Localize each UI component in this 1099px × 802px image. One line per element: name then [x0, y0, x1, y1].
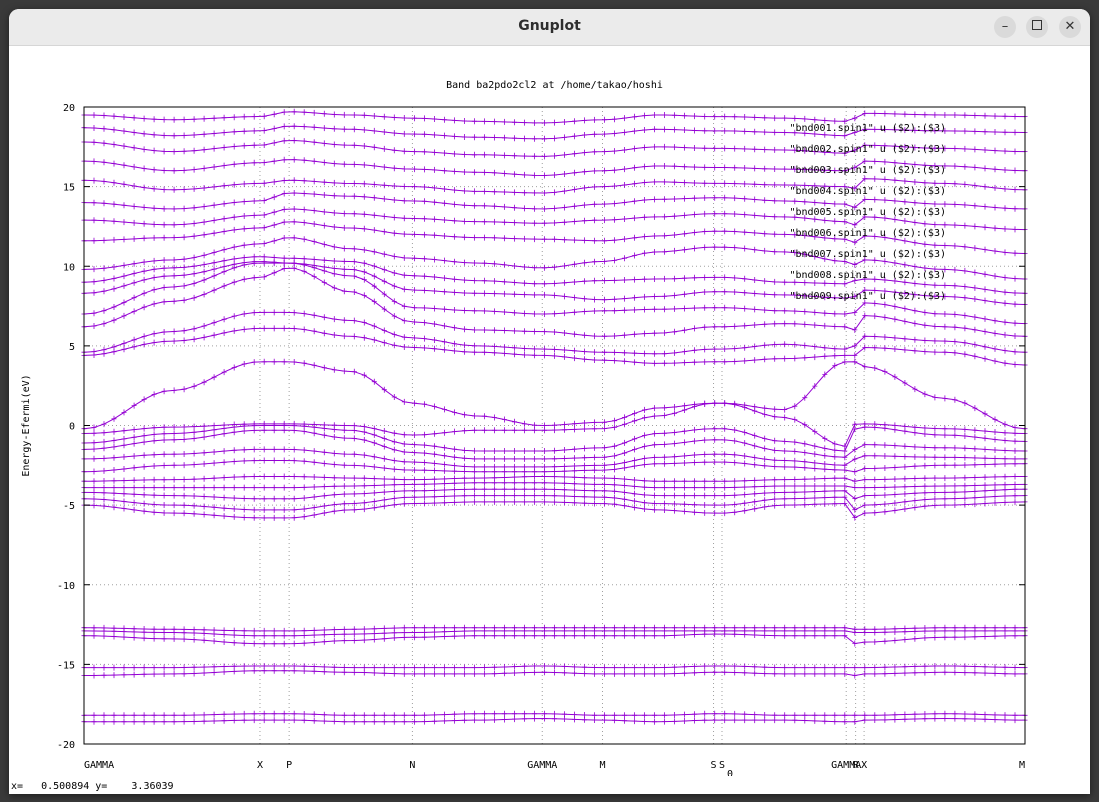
- y-tick-label: 0: [69, 422, 75, 433]
- band-point-markers: [81, 667, 1028, 679]
- kpoint-label: S: [719, 760, 725, 771]
- window-title: Gnuplot: [518, 18, 581, 34]
- legend-label: "bnd003.spin1" u ($2):($3): [789, 165, 946, 176]
- legend-item: "bnd002.spin1" u ($2):($3): [789, 144, 946, 155]
- band-series: [81, 667, 1028, 679]
- legend-item: "bnd005.spin1" u ($2):($3): [789, 207, 946, 218]
- legend-item: "bnd007.spin1" u ($2):($3): [789, 249, 946, 260]
- axes: 20151050-5-10-15-20GAMMA X P N GAMMA M S S GAMMA…: [57, 103, 1026, 780]
- legend-label: "bnd008.spin1" u ($2):($3): [789, 270, 946, 281]
- y-tick-label: -10: [57, 581, 75, 592]
- legend-label: "bnd002.spin1" u ($2):($3): [789, 144, 946, 155]
- legend: "bnd001.spin1" u ($2):($3) "bnd002.spin1"…: [789, 123, 946, 302]
- kpoint-label: X: [257, 760, 263, 771]
- close-icon: ✕: [1064, 19, 1076, 34]
- kpoint-label: M: [599, 760, 605, 771]
- band-structure-chart[interactable]: 20151050-5-10-15-20GAMMA X P N GAMMA M S S GAMMA…: [9, 46, 1090, 780]
- kpoint-label: S: [711, 760, 717, 771]
- chart-title: Band ba2pdo2cl2 at /home/takao/hoshi: [446, 80, 663, 91]
- kpoint-label: N: [409, 760, 415, 771]
- legend-label: "bnd009.spin1" u ($2):($3): [789, 291, 946, 302]
- legend-item: "bnd008.spin1" u ($2):($3): [789, 270, 946, 281]
- y-tick-label: -15: [57, 660, 75, 671]
- legend-item: "bnd004.spin1" u ($2):($3): [789, 186, 946, 197]
- band-line: [83, 429, 1026, 460]
- y-tick-label: 15: [63, 183, 75, 194]
- band-lines: [81, 108, 1028, 725]
- y-tick-label: 20: [63, 103, 75, 114]
- close-button[interactable]: ✕: [1059, 16, 1081, 38]
- legend-label: "bnd005.spin1" u ($2):($3): [789, 207, 946, 218]
- kpoint-label: X: [861, 760, 867, 771]
- y-tick-label: 5: [69, 342, 75, 353]
- legend-item: "bnd006.spin1" u ($2):($3): [789, 228, 946, 239]
- y-tick-label: -5: [63, 501, 75, 512]
- kpoint-subscript: 0: [727, 769, 733, 776]
- band-series: [81, 358, 1028, 432]
- kpoint-label: GAMMA: [527, 760, 557, 771]
- legend-label: "bnd007.spin1" u ($2):($3): [789, 249, 946, 260]
- maximize-icon: [1032, 20, 1042, 30]
- band-series: [81, 663, 1028, 671]
- legend-item: "bnd009.spin1" u ($2):($3): [789, 291, 946, 302]
- legend-label: "bnd004.spin1" u ($2):($3): [789, 186, 946, 197]
- band-series: [81, 498, 1028, 521]
- y-tick-label: 10: [63, 262, 75, 273]
- legend-item: "bnd001.spin1" u ($2):($3): [789, 123, 946, 134]
- status-bar-coordinates: x= 0.500894 y= 3.36039: [11, 781, 174, 792]
- maximize-button[interactable]: [1026, 16, 1048, 38]
- y-tick-label: -20: [57, 740, 75, 751]
- legend-item: "bnd003.spin1" u ($2):($3): [789, 165, 946, 176]
- minimize-button[interactable]: –: [994, 16, 1016, 38]
- band-point-markers: [81, 498, 1028, 521]
- kpoint-label: GAMMA: [84, 760, 114, 771]
- minimize-icon: –: [1001, 19, 1009, 34]
- title-bar[interactable]: Gnuplot – ✕: [9, 9, 1090, 46]
- legend-label: "bnd001.spin1" u ($2):($3): [789, 123, 946, 134]
- gnuplot-window: Gnuplot – ✕ 20 15 10 5 0 -5 -10 -15 -20 GAMMA X P N G…: [9, 9, 1090, 794]
- kpoint-label: P: [286, 760, 292, 771]
- y-axis-label: Energy-Efermi(eV): [21, 374, 32, 476]
- kpoint-label: R: [853, 760, 860, 771]
- kpoint-label: M: [1019, 760, 1025, 771]
- plot-canvas[interactable]: 20 15 10 5 0 -5 -10 -15 -20 GAMMA X P N GAMMA M S S GAMMA…: [9, 46, 1090, 794]
- legend-label: "bnd006.spin1" u ($2):($3): [789, 228, 946, 239]
- band-point-markers: [81, 358, 1028, 432]
